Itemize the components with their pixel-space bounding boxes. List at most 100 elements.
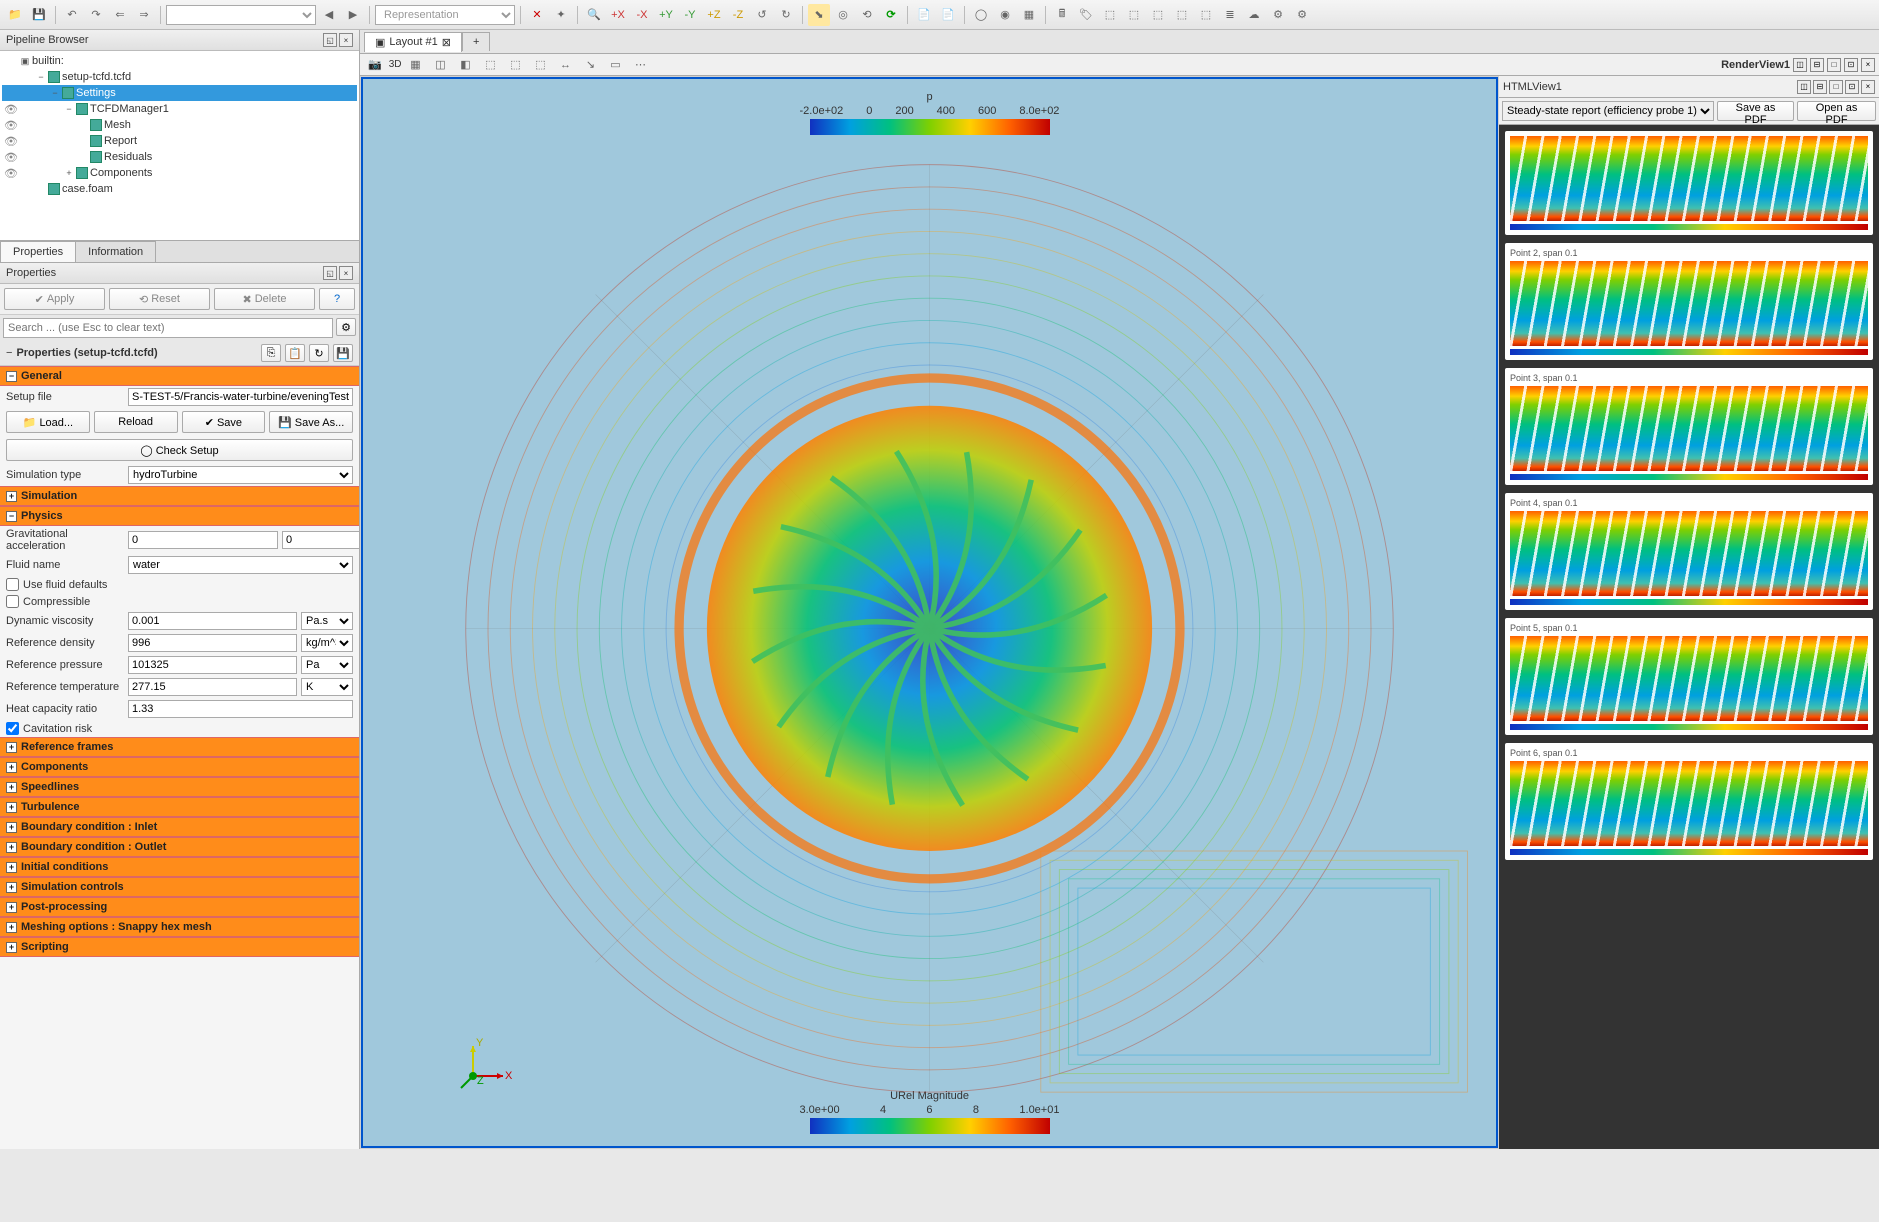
simtype-select[interactable]: hydroTurbine — [128, 466, 353, 484]
pick-icon[interactable]: ⬊ — [808, 4, 830, 26]
fluid-select[interactable]: water — [128, 556, 353, 574]
tree-item[interactable]: 👁Report — [2, 133, 357, 149]
apply-button[interactable]: ✔ Apply — [4, 288, 105, 310]
tab-information[interactable]: Information — [75, 241, 156, 262]
tree-item[interactable]: case.foam — [2, 181, 357, 197]
circle1-icon[interactable]: ◯ — [970, 4, 992, 26]
help-button[interactable]: ? — [319, 288, 355, 310]
cloud-icon[interactable]: ☁ — [1243, 4, 1265, 26]
layout-tab[interactable]: ▣Layout #1⊠ — [364, 32, 462, 52]
max-icon[interactable]: □ — [1827, 58, 1841, 72]
reload-button[interactable]: Reload — [94, 411, 178, 433]
more-icon[interactable]: ⋯ — [630, 54, 652, 76]
save-pdf-button[interactable]: Save as PDF — [1717, 101, 1794, 121]
split-h-icon[interactable]: ◫ — [1797, 80, 1811, 94]
copy-icon[interactable]: ⎘ — [261, 344, 281, 362]
grav-y-input[interactable] — [282, 531, 359, 549]
refresh-icon[interactable]: ⟳ — [880, 4, 902, 26]
pressure-input[interactable] — [128, 656, 297, 674]
cube2-icon[interactable]: ⬚ — [1123, 4, 1145, 26]
zoom-icon[interactable]: 🔍 — [583, 4, 605, 26]
select-icon[interactable]: ▭ — [605, 54, 627, 76]
cube1-icon[interactable]: ⬚ — [1099, 4, 1121, 26]
section-scripting[interactable]: +Scripting — [0, 937, 359, 957]
calc-icon[interactable]: 🖩 — [1051, 4, 1073, 26]
rotate-cw-icon[interactable]: ↻ — [775, 4, 797, 26]
section-simulation-controls[interactable]: +Simulation controls — [0, 877, 359, 897]
section-components[interactable]: +Components — [0, 757, 359, 777]
tree-item[interactable]: 👁−TCFDManager1 — [2, 101, 357, 117]
render-viewport[interactable]: p -2.0e+0202004006008.0e+02 URel Magnitu… — [361, 77, 1498, 1148]
section-boundary-condition-outlet[interactable]: +Boundary condition : Outlet — [0, 837, 359, 857]
max-icon[interactable]: □ — [1829, 80, 1843, 94]
split-v-icon[interactable]: ⊟ — [1813, 80, 1827, 94]
camera-icon[interactable]: 📷 — [364, 54, 386, 76]
tree-item[interactable]: 👁Mesh — [2, 117, 357, 133]
reset-button[interactable]: ⟲ Reset — [109, 288, 210, 310]
restore-icon[interactable]: ⊡ — [1844, 58, 1858, 72]
pressure-unit[interactable]: Pa — [301, 656, 353, 674]
representation-combo[interactable]: Representation — [375, 5, 515, 25]
tree-item[interactable]: 👁Residuals — [2, 149, 357, 165]
target-icon[interactable]: ◎ — [832, 4, 854, 26]
report-scroll[interactable]: Point 2, span 0.1Point 3, span 0.1Point … — [1499, 125, 1879, 1149]
density-input[interactable] — [128, 634, 297, 652]
section-simulation[interactable]: Simulation — [21, 490, 77, 502]
setup-file-input[interactable] — [128, 388, 353, 406]
redo-icon[interactable]: ↷ — [85, 4, 107, 26]
cube5-icon[interactable]: ⬚ — [1195, 4, 1217, 26]
open-icon[interactable]: 📁 — [4, 4, 26, 26]
cavitation-check[interactable] — [6, 722, 19, 735]
gears-icon[interactable]: ⚙ — [1267, 4, 1289, 26]
tree-root[interactable]: ▣builtin: — [2, 53, 357, 69]
save-icon[interactable]: 💾 — [28, 4, 50, 26]
split-h-icon[interactable]: ◫ — [1793, 58, 1807, 72]
time-combo[interactable] — [166, 5, 316, 25]
vis3-icon[interactable]: ⬚ — [480, 54, 502, 76]
report-select[interactable]: Steady-state report (efficiency probe 1) — [1502, 101, 1714, 121]
load-button[interactable]: 📁 Load... — [6, 411, 90, 433]
tree-item[interactable]: −Settings — [2, 85, 357, 101]
heat-ratio-input[interactable] — [128, 700, 353, 718]
minus-y-icon[interactable]: -Y — [679, 4, 701, 26]
cube3-icon[interactable]: ⬚ — [1147, 4, 1169, 26]
save-state-icon[interactable]: 💾 — [333, 344, 353, 362]
section-post-processing[interactable]: +Post-processing — [0, 897, 359, 917]
axes-toggle-icon[interactable]: ✦ — [550, 4, 572, 26]
plus-x-icon[interactable]: +X — [607, 4, 629, 26]
vis2-icon[interactable]: ◧ — [455, 54, 477, 76]
next-icon[interactable]: ▶ — [342, 4, 364, 26]
temperature-unit[interactable]: K — [301, 678, 353, 696]
minus-x-icon[interactable]: -X — [631, 4, 653, 26]
check-setup-button[interactable]: ◯ Check Setup — [6, 439, 353, 461]
doc2-icon[interactable]: 📄 — [937, 4, 959, 26]
section-meshing-options-snappy-hex-mesh[interactable]: +Meshing options : Snappy hex mesh — [0, 917, 359, 937]
close-view-icon[interactable]: × — [1861, 58, 1875, 72]
temperature-input[interactable] — [128, 678, 297, 696]
minus-z-icon[interactable]: -Z — [727, 4, 749, 26]
ruler-icon[interactable]: ↔ — [555, 54, 577, 76]
circle2-icon[interactable]: ◉ — [994, 4, 1016, 26]
add-tab-button[interactable]: + — [462, 32, 490, 51]
tab-properties[interactable]: Properties — [0, 241, 76, 262]
properties-scroll[interactable]: −General Setup file 📁 Load... Reload ✔ S… — [0, 366, 359, 1149]
tree-item[interactable]: 👁+Components — [2, 165, 357, 181]
section-general[interactable]: General — [21, 370, 62, 382]
probe-icon[interactable]: ↘ — [580, 54, 602, 76]
cube4-icon[interactable]: ⬚ — [1171, 4, 1193, 26]
close-tab-icon[interactable]: ⊠ — [442, 36, 451, 49]
close-icon[interactable]: × — [339, 33, 353, 47]
section-physics[interactable]: Physics — [21, 510, 63, 522]
density-unit[interactable]: kg/m^3 — [301, 634, 353, 652]
split-v-icon[interactable]: ⊟ — [1810, 58, 1824, 72]
delete-button[interactable]: ✖ Delete — [214, 288, 315, 310]
undo-icon[interactable]: ↶ — [61, 4, 83, 26]
layers-icon[interactable]: ≣ — [1219, 4, 1241, 26]
grid-icon[interactable]: ▦ — [405, 54, 427, 76]
vis5-icon[interactable]: ⬚ — [530, 54, 552, 76]
search-input[interactable] — [3, 318, 333, 338]
pipeline-tree[interactable]: ▣builtin: −setup-tcfd.tcfd−Settings👁−TCF… — [0, 51, 359, 241]
save-button[interactable]: ✔ Save — [182, 411, 266, 433]
undock-icon[interactable]: ◱ — [323, 33, 337, 47]
close-icon[interactable]: × — [339, 266, 353, 280]
